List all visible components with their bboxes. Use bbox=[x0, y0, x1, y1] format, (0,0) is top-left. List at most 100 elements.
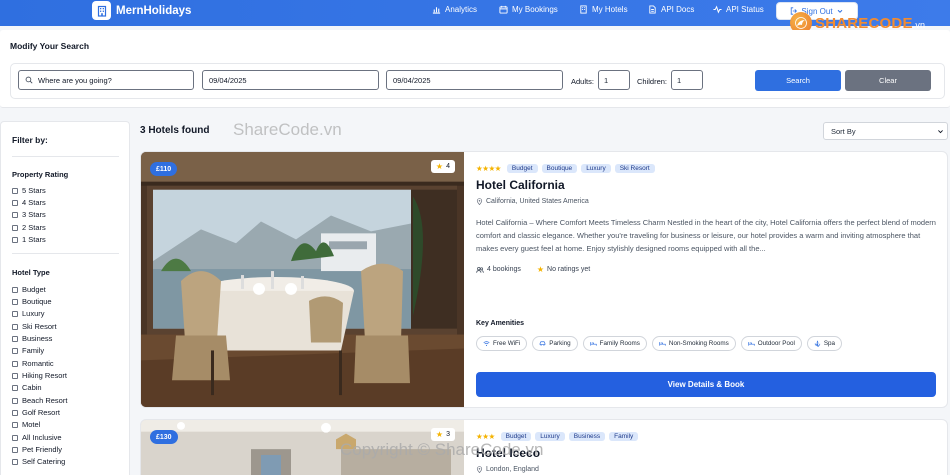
chart-icon bbox=[432, 7, 441, 14]
checkbox[interactable] bbox=[12, 298, 18, 305]
hotel-name[interactable]: Hotel California bbox=[476, 178, 565, 192]
rating-2-checkbox[interactable]: 2 Stars bbox=[12, 223, 46, 232]
modify-search-panel: Modify Your Search bbox=[0, 30, 950, 108]
hotel-type-tag: Luxury bbox=[581, 164, 611, 173]
type-label: Cabin bbox=[22, 383, 42, 392]
checkbox[interactable] bbox=[12, 446, 18, 453]
nav-my-hotels[interactable]: My Hotels bbox=[579, 5, 628, 14]
amenities-title: Key Amenities bbox=[476, 320, 524, 327]
type-ski-resort-checkbox[interactable]: Ski Resort bbox=[12, 322, 57, 331]
checkbox[interactable] bbox=[12, 187, 18, 194]
type-label: Hiking Resort bbox=[22, 371, 68, 380]
hotel-photo[interactable]: £110 ★ 4 bbox=[141, 152, 464, 407]
location-text: London, England bbox=[486, 466, 539, 473]
checkbox[interactable] bbox=[12, 224, 18, 231]
type-budget-checkbox[interactable]: Budget bbox=[12, 285, 46, 294]
type-luxury-checkbox[interactable]: Luxury bbox=[12, 309, 45, 318]
clear-button[interactable]: Clear bbox=[845, 70, 931, 91]
rating-label: 4 Stars bbox=[22, 198, 46, 207]
checkbox[interactable] bbox=[12, 421, 18, 428]
type-motel-checkbox[interactable]: Motel bbox=[12, 420, 40, 429]
bed-icon bbox=[748, 342, 755, 346]
checkbox[interactable] bbox=[12, 199, 18, 206]
star-icon: ★ bbox=[435, 430, 444, 439]
brand-logo[interactable]: MernHolidays bbox=[92, 1, 191, 20]
checkbox[interactable] bbox=[12, 211, 18, 218]
checkbox[interactable] bbox=[12, 397, 18, 404]
type-golf-resort-checkbox[interactable]: Golf Resort bbox=[12, 408, 60, 417]
rating-5-checkbox[interactable]: 5 Stars bbox=[12, 186, 46, 195]
checkbox[interactable] bbox=[12, 360, 18, 367]
nav-analytics[interactable]: Analytics bbox=[432, 5, 477, 14]
type-label: Motel bbox=[22, 420, 41, 429]
nav-label: API Status bbox=[726, 5, 764, 14]
adults-input[interactable]: 1 bbox=[598, 70, 630, 90]
bookings-text: 4 bookings bbox=[487, 266, 521, 273]
filter-sidebar: Filter by: Property Rating 5 Stars 4 Sta… bbox=[0, 121, 130, 475]
destination-input[interactable]: Where are you going? bbox=[18, 70, 194, 90]
amenity-pill: Parking bbox=[532, 336, 578, 351]
type-label: Business bbox=[22, 334, 53, 343]
hotel-meta: 4 bookings ★ No ratings yet bbox=[476, 265, 590, 274]
divider bbox=[12, 253, 119, 254]
checkbox[interactable] bbox=[12, 409, 18, 416]
check-in-date-input[interactable]: 09/04/2025 bbox=[202, 70, 379, 90]
checkbox[interactable] bbox=[12, 323, 18, 330]
chevron-down-icon bbox=[938, 130, 943, 134]
type-hiking-resort-checkbox[interactable]: Hiking Resort bbox=[12, 371, 67, 380]
type-family-checkbox[interactable]: Family bbox=[12, 346, 44, 355]
checkbox[interactable] bbox=[12, 384, 18, 391]
checkbox[interactable] bbox=[12, 286, 18, 293]
type-label: Boutique bbox=[22, 297, 52, 306]
rating-1-checkbox[interactable]: 1 Stars bbox=[12, 235, 46, 244]
checkbox[interactable] bbox=[12, 347, 18, 354]
checkbox[interactable] bbox=[12, 236, 18, 243]
type-cabin-checkbox[interactable]: Cabin bbox=[12, 383, 42, 392]
type-boutique-checkbox[interactable]: Boutique bbox=[12, 297, 52, 306]
nav-label: My Bookings bbox=[512, 5, 558, 14]
rating-3-checkbox[interactable]: 3 Stars bbox=[12, 210, 46, 219]
price-badge: £130 bbox=[150, 430, 178, 444]
rating-4-checkbox[interactable]: 4 Stars bbox=[12, 198, 46, 207]
type-pet-friendly-checkbox[interactable]: Pet Friendly bbox=[12, 445, 62, 454]
sort-select[interactable]: Sort By bbox=[823, 122, 948, 140]
rating-label: 2 Stars bbox=[22, 223, 46, 232]
type-label: Golf Resort bbox=[22, 408, 60, 417]
star-icon: ★ bbox=[435, 162, 444, 171]
users-icon bbox=[476, 266, 484, 273]
divider bbox=[12, 156, 119, 157]
hotel-type-title: Hotel Type bbox=[12, 268, 50, 277]
hotel-location: California, United States America bbox=[476, 198, 589, 205]
star-icon: ★ bbox=[536, 265, 545, 274]
rating-text: No ratings yet bbox=[547, 266, 591, 273]
type-self-catering-checkbox[interactable]: Self Catering bbox=[12, 457, 65, 466]
type-business-checkbox[interactable]: Business bbox=[12, 334, 52, 343]
bed-icon bbox=[590, 342, 597, 346]
children-label: Children: bbox=[637, 77, 668, 86]
type-all-inclusive-checkbox[interactable]: All Inclusive bbox=[12, 433, 62, 442]
check-out-date-input[interactable]: 09/04/2025 bbox=[386, 70, 563, 90]
star-rating-badge: ★ 4 bbox=[430, 160, 455, 173]
amenity-label: Family Rooms bbox=[599, 340, 640, 347]
type-romantic-checkbox[interactable]: Romantic bbox=[12, 359, 54, 368]
nav-api-docs[interactable]: API Docs bbox=[648, 5, 694, 14]
amenity-pill: Outdoor Pool bbox=[740, 336, 802, 351]
nav-api-status[interactable]: API Status bbox=[713, 5, 764, 14]
nav-my-bookings[interactable]: My Bookings bbox=[499, 5, 558, 14]
checkbox[interactable] bbox=[12, 458, 18, 465]
amenity-pill: Spa bbox=[806, 336, 843, 351]
star-rating-icons: ★★★★ bbox=[476, 164, 501, 173]
type-label: Beach Resort bbox=[22, 396, 68, 405]
price-badge: £110 bbox=[150, 162, 178, 176]
checkbox[interactable] bbox=[12, 434, 18, 441]
star-count: 4 bbox=[446, 163, 450, 170]
results-count: 3 Hotels found bbox=[140, 125, 210, 136]
amenity-label: Outdoor Pool bbox=[757, 340, 795, 347]
children-input[interactable]: 1 bbox=[671, 70, 703, 90]
checkbox[interactable] bbox=[12, 372, 18, 379]
checkbox[interactable] bbox=[12, 335, 18, 342]
type-beach-resort-checkbox[interactable]: Beach Resort bbox=[12, 396, 67, 405]
view-details-book-button[interactable]: View Details & Book bbox=[476, 372, 936, 397]
checkbox[interactable] bbox=[12, 310, 18, 317]
search-button[interactable]: Search bbox=[755, 70, 841, 91]
